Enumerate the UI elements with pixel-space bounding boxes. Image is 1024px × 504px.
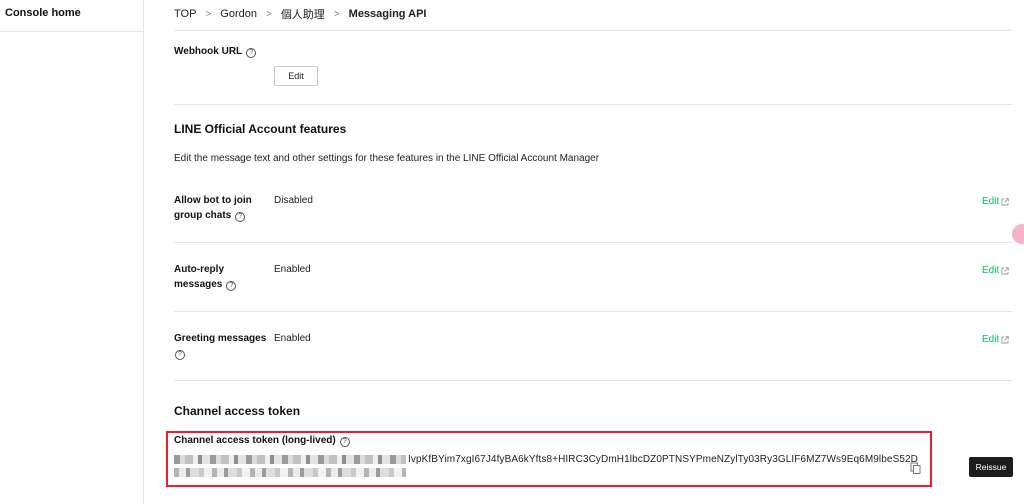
token-section-title: Channel access token: [174, 404, 301, 418]
divider: [174, 380, 1012, 381]
breadcrumb: TOP > Gordon > 個人助理 > Messaging API: [174, 6, 427, 22]
divider: [174, 30, 1012, 31]
floating-help-bubble[interactable]: [1012, 224, 1024, 244]
copy-icon[interactable]: [910, 462, 921, 474]
greeting-messages-label: Greeting messages ?: [174, 331, 274, 361]
greeting-messages-value: Enabled: [274, 333, 311, 344]
token-label-text: Channel access token (long-lived): [174, 435, 336, 446]
row-label-line: Auto-reply: [174, 264, 224, 275]
external-link-icon: [1001, 197, 1009, 205]
row-label-line: Allow bot to join: [174, 195, 252, 206]
webhook-edit-button[interactable]: Edit: [274, 66, 318, 86]
help-circle-icon[interactable]: ?: [175, 350, 185, 360]
allow-group-chats-value: Disabled: [274, 195, 313, 206]
greeting-messages-edit-link[interactable]: Edit: [982, 334, 1009, 345]
breadcrumb-separator: >: [205, 8, 212, 20]
help-circle-icon[interactable]: ?: [246, 48, 257, 58]
redacted-token-segment: [174, 468, 406, 477]
edit-link-label: Edit: [982, 196, 1000, 207]
breadcrumb-separator: >: [265, 8, 272, 20]
token-label: Channel access token (long-lived)?: [174, 433, 350, 448]
row-label-line: messages: [174, 279, 223, 290]
main-content: TOP > Gordon > 個人助理 > Messaging API Webh…: [145, 0, 1024, 504]
edit-link-label: Edit: [982, 334, 1000, 345]
row-label-line: group chats: [174, 210, 232, 221]
features-description: Edit the message text and other settings…: [174, 153, 600, 164]
allow-group-chats-edit-link[interactable]: Edit: [982, 196, 1009, 207]
external-link-icon: [1001, 335, 1009, 343]
features-section-title: LINE Official Account features: [174, 122, 347, 136]
help-circle-icon[interactable]: ?: [235, 212, 246, 222]
edit-link-label: Edit: [982, 265, 1000, 276]
reissue-button[interactable]: Reissue: [969, 457, 1013, 477]
sidebar: Console home: [0, 0, 144, 504]
token-value: IvpKfBYim7xgI67J4fyBA6kYfts8+HIRC3CyDmH1…: [408, 454, 918, 465]
auto-reply-label: Auto-reply messages?: [174, 262, 269, 292]
breadcrumb-current: Messaging API: [348, 8, 427, 20]
external-link-icon: [1001, 266, 1009, 274]
redacted-token-segment: [174, 455, 406, 464]
breadcrumb-separator: >: [333, 8, 340, 20]
breadcrumb-provider[interactable]: Gordon: [220, 8, 257, 20]
divider: [174, 242, 1012, 243]
auto-reply-value: Enabled: [274, 264, 311, 275]
divider: [174, 311, 1012, 312]
help-circle-icon[interactable]: ?: [339, 437, 350, 447]
webhook-url-label: Webhook URL?: [174, 44, 257, 59]
breadcrumb-top[interactable]: TOP: [174, 8, 196, 20]
breadcrumb-channel[interactable]: 個人助理: [281, 6, 325, 22]
allow-group-chats-label: Allow bot to join group chats?: [174, 193, 269, 223]
divider: [174, 104, 1012, 105]
help-circle-icon[interactable]: ?: [226, 281, 237, 291]
row-label-line: Greeting messages: [174, 333, 267, 344]
auto-reply-edit-link[interactable]: Edit: [982, 265, 1009, 276]
webhook-url-text: Webhook URL: [174, 46, 243, 57]
console-home-link[interactable]: Console home: [0, 0, 143, 32]
